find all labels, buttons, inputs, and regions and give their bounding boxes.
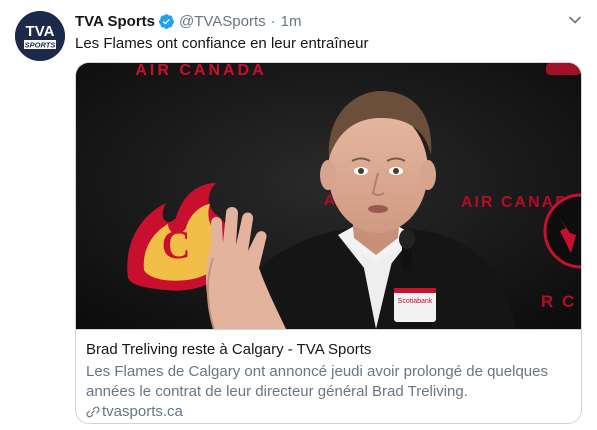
card-description: Les Flames de Calgary ont annoncé jeudi … <box>86 363 548 400</box>
press-conference-photo: AIR CANADA A R C AIR CANADA C Scotiabank <box>76 63 581 329</box>
card-domain[interactable]: tvasports.ca <box>86 403 183 420</box>
svg-text:Scotiabank: Scotiabank <box>398 298 433 305</box>
tweet-header: TVA Sports @TVASports · 1m <box>75 11 302 31</box>
verified-badge-icon <box>159 13 174 29</box>
tva-sports-logo: TVA SPORTS <box>15 11 65 61</box>
avatar[interactable]: TVA SPORTS <box>15 11 65 61</box>
tweet-text: Les Flames ont confiance en leur entraîn… <box>75 35 369 52</box>
card-domain-text: tvasports.ca <box>102 403 183 420</box>
svg-text:R C: R C <box>541 292 576 311</box>
chevron-down-icon[interactable] <box>568 13 582 27</box>
link-card[interactable]: AIR CANADA A R C AIR CANADA C Scotiabank… <box>75 62 582 424</box>
separator-dot: · <box>270 12 276 30</box>
timestamp[interactable]: 1m <box>281 13 302 30</box>
svg-text:C: C <box>162 222 191 267</box>
card-image[interactable]: AIR CANADA A R C AIR CANADA C Scotiabank <box>76 63 581 329</box>
card-body[interactable]: Brad Treliving reste à Calgary - TVA Spo… <box>76 329 581 423</box>
svg-text:SPORTS: SPORTS <box>25 41 56 50</box>
svg-text:AIR CANADA: AIR CANADA <box>135 63 266 79</box>
card-title[interactable]: Brad Treliving reste à Calgary - TVA Spo… <box>86 341 371 358</box>
tweet[interactable]: TVA SPORTS TVA Sports @TVASports · 1m Le… <box>0 0 597 430</box>
handle[interactable]: @TVASports <box>179 13 266 30</box>
link-icon <box>86 406 100 417</box>
display-name[interactable]: TVA Sports <box>75 13 155 30</box>
svg-text:TVA: TVA <box>26 23 55 40</box>
